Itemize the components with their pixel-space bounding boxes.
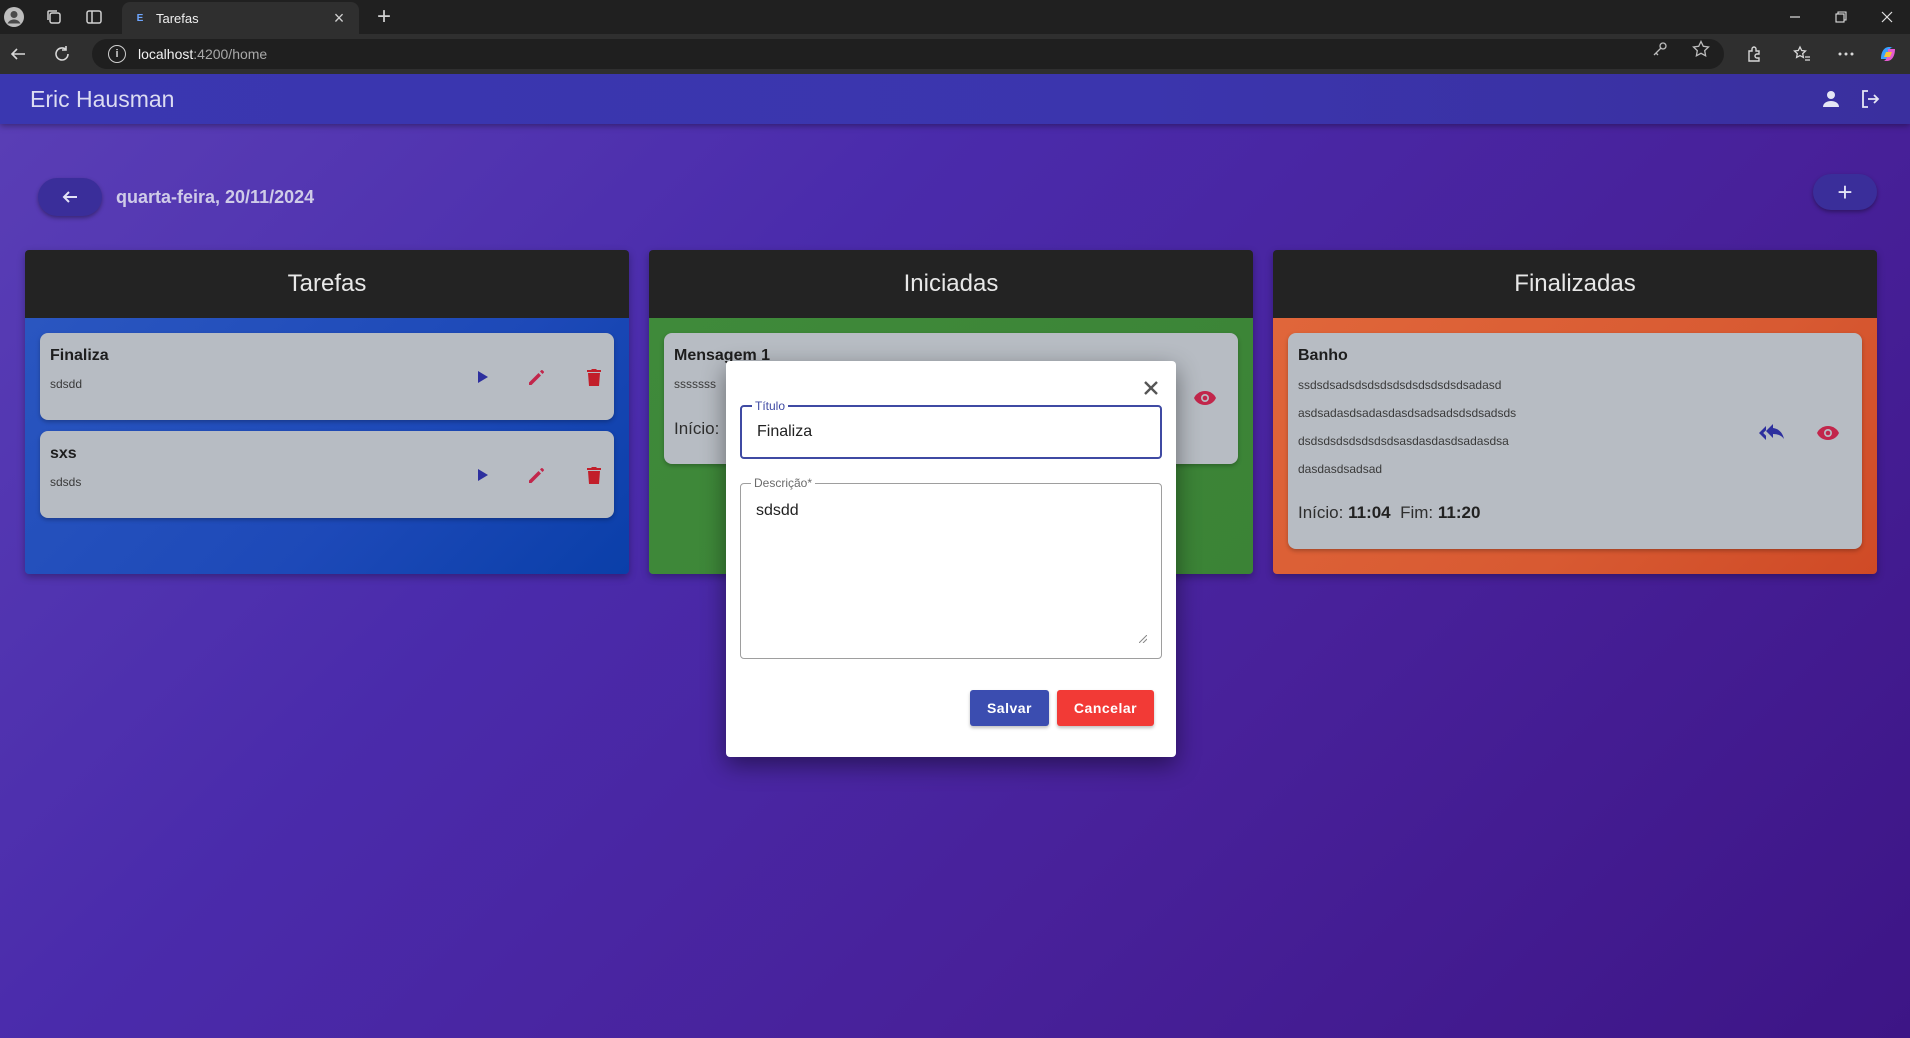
description-line: dasdasdsadsad [1298,462,1383,476]
tab-title: Tarefas [156,10,199,26]
more-menu-icon[interactable] [1834,42,1858,66]
description-field[interactable]: Descrição* sdsdd [740,476,1162,659]
column-tarefas: Tarefas Finaliza sdsdd sxs sdsds [25,250,629,574]
task-times: Início: 11:04 Fim: 11:20 [1298,503,1480,523]
reload-icon[interactable] [50,42,74,66]
task-card: sxs sdsds [40,431,614,518]
title-field[interactable]: Título Finaliza [740,399,1162,459]
delete-icon[interactable] [580,363,608,391]
edit-icon[interactable] [523,461,551,489]
vertical-tabs-icon[interactable] [82,5,106,29]
url-input[interactable]: i localhost:4200/home [92,39,1724,69]
task-start-label: Início: [674,419,720,438]
copilot-icon[interactable] [1876,42,1900,66]
task-description: sssssss [674,377,716,391]
task-title: Finaliza [50,347,109,364]
reply-all-icon[interactable] [1758,419,1786,447]
account-icon[interactable] [1818,86,1844,112]
close-icon[interactable] [1138,375,1164,401]
save-button[interactable]: Salvar [970,690,1049,726]
edit-task-dialog: Título Finaliza Descrição* sdsdd Salvar … [726,361,1176,757]
task-card: Finaliza sdsdd [40,333,614,420]
play-icon[interactable] [468,363,496,391]
column-title: Finalizadas [1273,250,1877,318]
cancel-button[interactable]: Cancelar [1057,690,1154,726]
description-line: dsdsdsdsdsdsdsdsasdasdasdsadasdsa [1298,434,1509,448]
column-body: Banho ssdsdsadsdsdsdsdsdsdsdsdsdsadasd a… [1273,318,1877,574]
browser-tab[interactable]: E Tarefas × [122,2,359,34]
favorite-star-icon[interactable] [1691,39,1711,59]
favorites-icon[interactable] [1790,42,1814,66]
task-end-label: Fim: [1400,503,1434,522]
task-title: Banho [1298,347,1348,364]
new-tab-icon[interactable]: + [372,3,396,31]
browser-tab-bar: E Tarefas × + [0,0,1910,34]
task-card: Banho ssdsdsadsdsdsdsdsdsdsdsdsdsadasd a… [1288,333,1862,549]
extensions-icon[interactable] [1743,42,1767,66]
browser-back-icon[interactable] [6,42,30,66]
workspaces-icon[interactable] [42,5,66,29]
title-field-label: Título [752,399,789,413]
description-line: ssdsdsadsdsdsdsdsdsdsdsdsdsadasd [1298,378,1502,392]
arrow-left-icon [62,191,77,203]
task-start-time: 11:04 [1348,503,1391,522]
description-field-label: Descrição* [751,476,816,490]
plus-icon: + [1837,176,1853,207]
profile-icon[interactable] [2,5,26,29]
minimize-icon[interactable] [1772,0,1818,34]
task-end-time: 11:20 [1437,503,1481,522]
column-title: Iniciadas [649,250,1253,318]
description-field-value[interactable]: sdsdd [756,502,799,520]
task-description: ssdsdsadsdsdsdsdsdsdsdsdsdsadasd asdsada… [1298,377,1516,489]
delete-icon[interactable] [580,461,608,489]
password-key-icon[interactable] [1650,39,1670,59]
column-body: Finaliza sdsdd sxs sdsds [25,318,629,574]
user-name: Eric Hausman [30,86,175,112]
tab-favicon-icon: E [136,12,144,24]
site-info-icon[interactable]: i [108,45,126,63]
url-host: localhost [138,46,194,62]
add-task-button[interactable]: + [1813,174,1877,210]
title-field-value[interactable]: Finaliza [757,423,812,441]
tab-close-icon[interactable]: × [329,8,349,29]
task-start-label: Início: [1298,503,1344,522]
close-window-icon[interactable] [1864,0,1910,34]
description-line: asdsadasdsadasdasdsadsadsdsdsadsds [1298,406,1517,420]
url-path: :4200/home [193,46,268,62]
app-toolbar: Eric Hausman [0,74,1910,124]
logout-icon[interactable] [1857,86,1883,112]
eye-icon[interactable] [1191,384,1219,412]
edit-icon[interactable] [523,363,551,391]
play-icon[interactable] [468,461,496,489]
restore-icon[interactable] [1818,0,1864,34]
column-title: Tarefas [25,250,629,318]
task-title: sxs [50,445,77,462]
column-finalizadas: Finalizadas Banho ssdsdsadsdsdsdsdsdsdsd… [1273,250,1877,574]
resize-handle-icon[interactable] [1139,635,1147,643]
eye-icon[interactable] [1814,419,1842,447]
task-description: sdsds [50,475,82,489]
date-label: quarta-feira, 20/11/2024 [116,187,315,207]
task-description: sdsdd [50,377,83,391]
browser-address-bar: i localhost:4200/home [0,34,1910,74]
back-button[interactable] [38,178,102,216]
